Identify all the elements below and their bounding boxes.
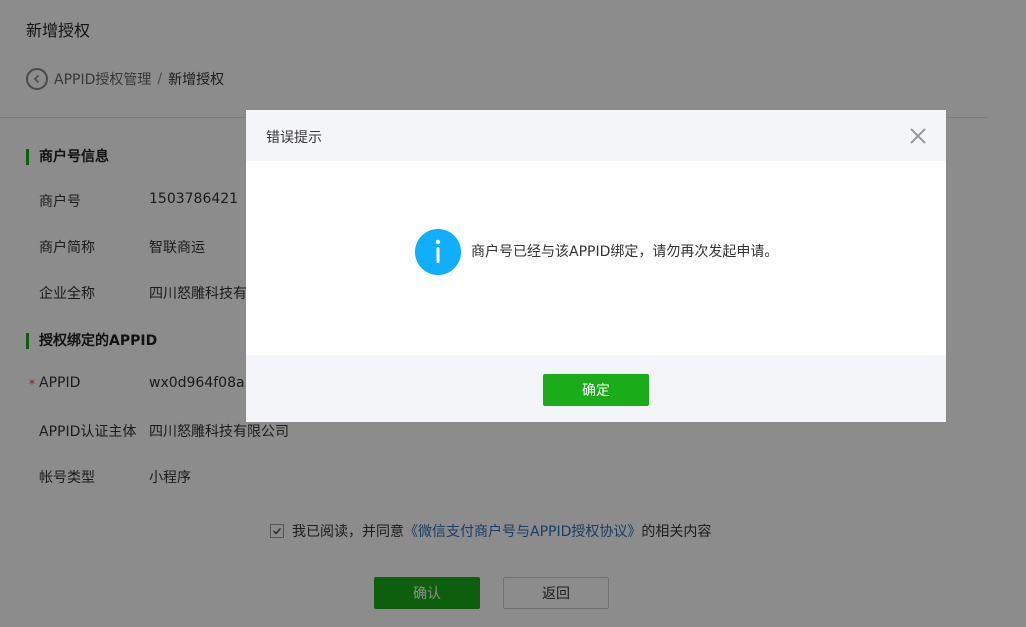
dialog-footer: 确定 (246, 355, 946, 422)
error-dialog: 错误提示 商户号已经与该APPID绑定，请勿再次发起申请。 确定 (246, 110, 946, 422)
close-icon[interactable] (908, 126, 928, 146)
dialog-title: 错误提示 (266, 130, 322, 146)
dialog-header: 错误提示 (246, 110, 946, 161)
dialog-body: 商户号已经与该APPID绑定，请勿再次发起申请。 (246, 161, 946, 355)
dialog-ok-button[interactable]: 确定 (543, 374, 649, 406)
info-icon (415, 229, 461, 275)
dialog-message: 商户号已经与该APPID绑定，请勿再次发起申请。 (471, 244, 779, 260)
